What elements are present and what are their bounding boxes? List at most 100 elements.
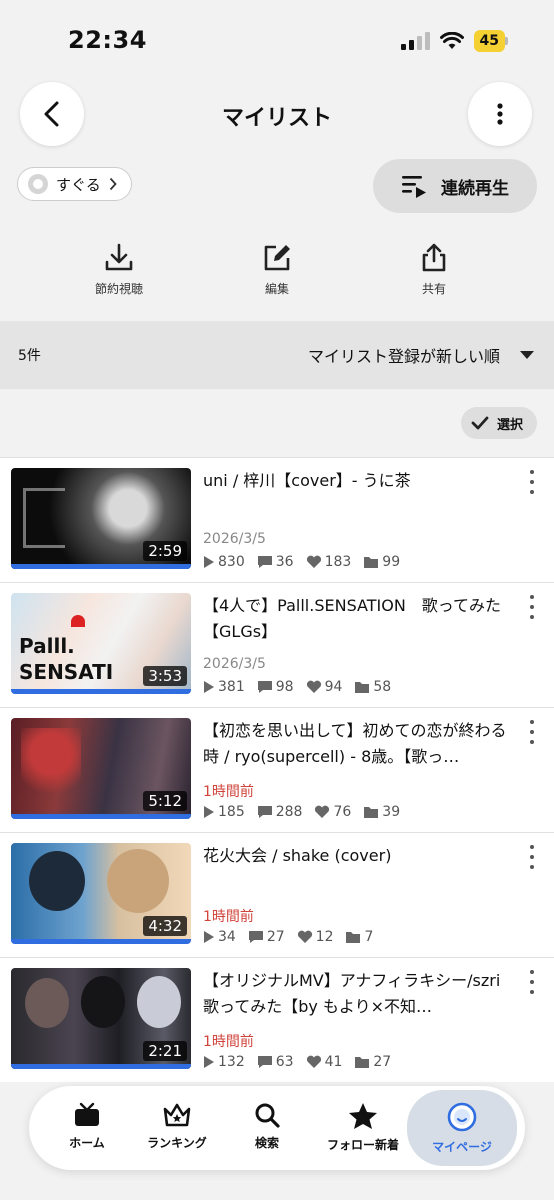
view-count: 185 xyxy=(218,804,245,820)
smile-icon xyxy=(447,1102,477,1132)
comment-count: 288 xyxy=(275,804,303,820)
heart-icon xyxy=(306,555,321,568)
battery-indicator: 45 xyxy=(473,30,505,52)
bottom-tab-bar: ホーム ランキング 検索 フォロー新着 マイページ xyxy=(29,1086,525,1170)
list-item[interactable]: Palll. SENSATI 3:53 【4人で】Palll.SENSATION … xyxy=(0,582,554,707)
video-title: 花火大会 / shake (cover) xyxy=(203,846,392,865)
select-button[interactable]: 選択 xyxy=(460,407,537,439)
list-item[interactable]: 2:59 uni / 梓川【cover】- うに茶 2026/3/5 830 3… xyxy=(0,457,554,582)
tab-label: 検索 xyxy=(254,1136,279,1150)
heart-icon xyxy=(297,930,312,943)
comment-icon xyxy=(248,931,263,943)
action-label: 節約視聴 xyxy=(94,282,143,296)
watch-progress-bar xyxy=(11,939,191,944)
comment-count: 27 xyxy=(266,929,285,945)
edit-icon xyxy=(264,245,290,271)
video-thumbnail[interactable]: 2:21 xyxy=(11,968,191,1069)
crown-icon xyxy=(163,1103,191,1127)
list-item[interactable]: 4:32 花火大会 / shake (cover) 1時間前 34 27 12 … xyxy=(0,832,554,957)
action-label: 共有 xyxy=(421,282,446,296)
more-vertical-icon[interactable] xyxy=(527,720,537,744)
cellular-signal-icon xyxy=(400,32,430,50)
mylist-count: 7 xyxy=(364,929,374,945)
share-button[interactable]: 共有 xyxy=(389,242,479,297)
tab-ranking[interactable]: ランキング xyxy=(129,1086,225,1170)
comment-count: 98 xyxy=(275,679,294,695)
duration-badge: 2:59 xyxy=(143,541,187,561)
more-vertical-icon[interactable] xyxy=(527,470,537,494)
video-title: 【初恋を思い出して】初めての恋が終わる時 / ryo(supercell) - … xyxy=(203,721,507,766)
edit-button[interactable]: 編集 xyxy=(232,242,322,297)
more-vertical-icon[interactable] xyxy=(527,845,537,869)
duration-badge: 5:12 xyxy=(143,791,187,811)
play-count-icon xyxy=(204,931,214,943)
status-bar: 22:34 45 xyxy=(0,0,554,80)
video-stats: 830 36 183 99 xyxy=(203,554,400,570)
video-stats: 185 288 76 39 xyxy=(203,804,400,820)
item-count: 5件 xyxy=(18,348,41,364)
star-icon xyxy=(349,1103,377,1129)
status-time: 22:34 xyxy=(68,26,147,54)
chevron-right-icon xyxy=(109,177,117,191)
folder-icon xyxy=(355,1057,370,1068)
tab-label: フォロー新着 xyxy=(326,1138,399,1152)
view-count: 132 xyxy=(218,1054,245,1070)
video-thumbnail[interactable]: Palll. SENSATI 3:53 xyxy=(11,593,191,694)
view-count: 34 xyxy=(218,929,236,945)
tab-search[interactable]: 検索 xyxy=(219,1086,315,1170)
owner-chip[interactable]: すぐる xyxy=(17,167,132,201)
video-thumbnail[interactable]: 2:59 xyxy=(11,468,191,569)
caret-down-icon xyxy=(520,351,534,359)
more-vertical-icon[interactable] xyxy=(527,970,537,994)
more-vertical-icon[interactable] xyxy=(527,595,537,619)
video-stats: 381 98 94 58 xyxy=(203,679,391,695)
more-button[interactable] xyxy=(468,82,532,146)
play-count-icon xyxy=(204,556,214,568)
sort-dropdown[interactable]: マイリスト登録が新しい順 xyxy=(308,343,534,367)
video-title: 【オリジナルMV】アナフィラキシー/szri 歌ってみた【by もより×不知… xyxy=(203,971,501,1016)
more-vertical-icon xyxy=(497,103,503,125)
select-label: 選択 xyxy=(496,417,523,433)
owner-name: すぐる xyxy=(56,175,101,194)
play-count-icon xyxy=(204,1056,214,1068)
continuous-play-button[interactable]: 連続再生 xyxy=(373,159,537,213)
battery-tip xyxy=(505,37,508,45)
tab-following[interactable]: フォロー新着 xyxy=(315,1086,411,1170)
video-date: 1時間前 xyxy=(203,784,254,800)
wifi-icon xyxy=(439,32,464,49)
folder-icon xyxy=(364,557,379,568)
watch-progress-bar xyxy=(11,1064,191,1069)
heart-icon xyxy=(315,805,330,818)
video-thumbnail[interactable]: 5:12 xyxy=(11,718,191,819)
video-date: 1時間前 xyxy=(203,909,254,925)
search-icon xyxy=(255,1103,280,1128)
list-item[interactable]: 5:12 【初恋を思い出して】初めての恋が終わる時 / ryo(supercel… xyxy=(0,707,554,832)
duration-badge: 2:21 xyxy=(143,1041,187,1061)
folder-icon xyxy=(355,682,370,693)
playlist-play-icon xyxy=(402,176,426,198)
tab-home[interactable]: ホーム xyxy=(39,1086,135,1170)
tab-mypage[interactable]: マイページ xyxy=(407,1090,517,1166)
like-count: 183 xyxy=(324,554,352,570)
heart-icon xyxy=(306,1055,321,1068)
share-icon xyxy=(422,243,446,272)
tv-icon xyxy=(75,1102,99,1126)
heart-icon xyxy=(306,680,321,693)
offline-save-button[interactable]: 節約視聴 xyxy=(74,242,164,297)
watch-progress-bar xyxy=(11,689,191,694)
play-count-icon xyxy=(204,681,214,693)
play-count-icon xyxy=(204,806,214,818)
folder-icon xyxy=(346,932,361,943)
list-item[interactable]: 2:21 【オリジナルMV】アナフィラキシー/szri 歌ってみた【by もより… xyxy=(0,957,554,1082)
like-count: 94 xyxy=(324,679,343,695)
video-list: 2:59 uni / 梓川【cover】- うに茶 2026/3/5 830 3… xyxy=(0,457,554,1082)
status-icons: 45 xyxy=(400,30,508,52)
duration-badge: 3:53 xyxy=(143,666,187,686)
continuous-play-label: 連続再生 xyxy=(441,178,509,199)
like-count: 41 xyxy=(324,1054,343,1070)
video-thumbnail[interactable]: 4:32 xyxy=(11,843,191,944)
comment-icon xyxy=(257,1056,272,1068)
download-icon xyxy=(105,243,133,271)
duration-badge: 4:32 xyxy=(143,916,187,936)
mylist-count: 27 xyxy=(373,1054,392,1070)
